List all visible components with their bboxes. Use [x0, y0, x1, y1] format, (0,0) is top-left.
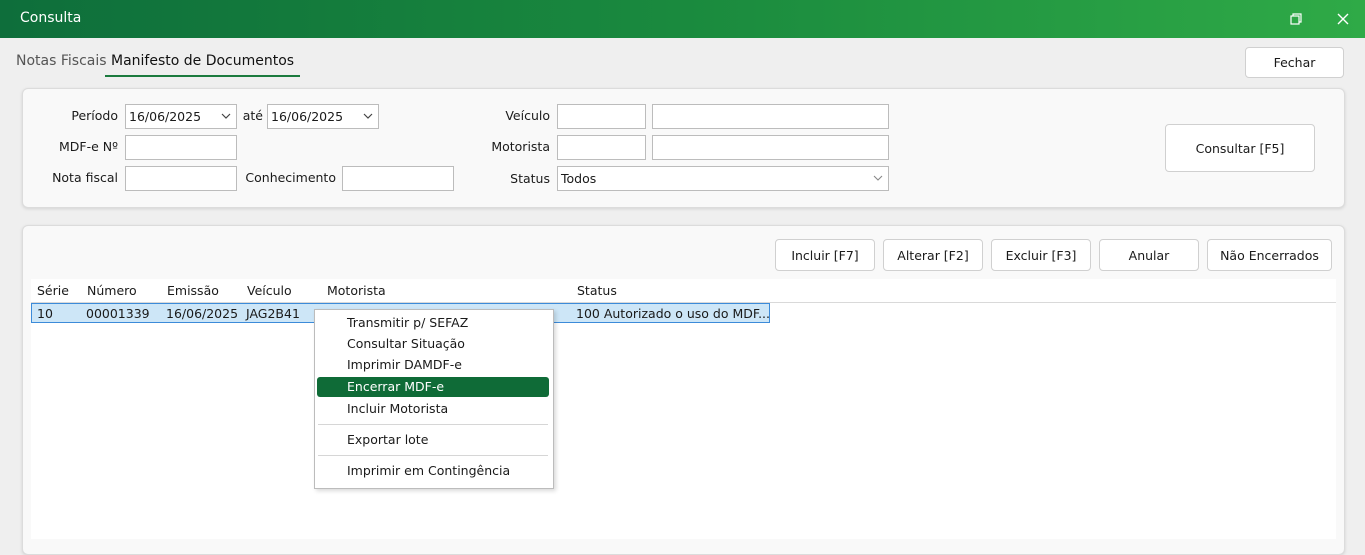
status-label: Status [510, 171, 550, 186]
cell-serie: 10 [37, 306, 53, 321]
column-header-motorista[interactable]: Motorista [327, 283, 386, 298]
tab-notas-fiscais[interactable]: Notas Fiscais [16, 53, 107, 75]
consultar-button[interactable]: Consultar [F5] [1165, 124, 1315, 172]
menu-item-label: Encerrar MDF-e [347, 379, 445, 394]
veiculo-code-input[interactable] [557, 104, 646, 129]
veiculo-label: Veículo [505, 108, 550, 123]
status-select[interactable]: Todos [557, 166, 889, 191]
nao-encerrados-button[interactable]: Não Encerrados [1207, 239, 1332, 271]
conhecimento-input[interactable] [342, 166, 454, 191]
menu-item-exportar-lote[interactable]: Exportar lote [317, 430, 549, 450]
cell-numero: 00001339 [86, 306, 150, 321]
conhecimento-label: Conhecimento [245, 170, 336, 185]
chevron-down-icon [873, 175, 883, 181]
chevron-down-icon [221, 113, 231, 119]
grid-header: Série Número Emissão Veículo Motorista S… [31, 279, 1336, 303]
menu-item-label: Imprimir em Contingência [347, 463, 511, 478]
menu-item-label: Consultar Situação [347, 336, 465, 351]
periodo-from-value: 16/06/2025 [129, 109, 202, 124]
mdfe-grid[interactable]: Série Número Emissão Veículo Motorista S… [31, 279, 1336, 539]
menu-item-label: Imprimir DAMDF-e [347, 357, 462, 372]
mdfe-label: MDF-e Nº [58, 139, 118, 154]
menu-item-incluir-motorista[interactable]: Incluir Motorista [317, 399, 549, 419]
periodo-to-value: 16/06/2025 [271, 109, 344, 124]
title-bar: Consulta [0, 0, 1365, 38]
nota-fiscal-label: Nota fiscal [52, 170, 118, 185]
menu-item-imprimir-damdfe[interactable]: Imprimir DAMDF-e [317, 355, 549, 375]
cell-emissao: 16/06/2025 [166, 306, 239, 321]
excluir-button[interactable]: Excluir [F3] [991, 239, 1091, 271]
cell-status: 100 Autorizado o uso do MDF... [576, 306, 770, 321]
incluir-button[interactable]: Incluir [F7] [775, 239, 875, 271]
fechar-button[interactable]: Fechar [1245, 47, 1344, 78]
motorista-code-input[interactable] [557, 135, 646, 160]
mdfe-number-input[interactable] [125, 135, 237, 160]
window-title: Consulta [20, 10, 82, 26]
column-header-serie[interactable]: Série [37, 283, 69, 298]
menu-item-label: Incluir Motorista [347, 401, 449, 416]
motorista-desc-input[interactable] [652, 135, 889, 160]
periodo-to-select[interactable]: 16/06/2025 [267, 104, 379, 129]
ate-label: até [242, 108, 263, 123]
close-icon[interactable] [1334, 10, 1352, 28]
nota-fiscal-input[interactable] [125, 166, 237, 191]
anular-button[interactable]: Anular [1099, 239, 1199, 271]
context-menu: Transmitir p/ SEFAZ Consultar Situação I… [314, 309, 554, 489]
column-header-veiculo[interactable]: Veículo [247, 283, 292, 298]
column-header-status[interactable]: Status [577, 283, 617, 298]
menu-item-consultar-situacao[interactable]: Consultar Situação [317, 334, 549, 354]
menu-item-imprimir-contingencia[interactable]: Imprimir em Contingência [317, 461, 549, 481]
periodo-label: Período [71, 108, 118, 123]
menu-item-label: Transmitir p/ SEFAZ [347, 315, 469, 330]
menu-item-transmitir[interactable]: Transmitir p/ SEFAZ [317, 313, 549, 333]
restore-icon[interactable] [1288, 11, 1304, 27]
column-header-numero[interactable]: Número [87, 283, 137, 298]
menu-separator [318, 424, 548, 425]
tab-manifesto-documentos[interactable]: Manifesto de Documentos [105, 53, 301, 77]
veiculo-desc-input[interactable] [652, 104, 889, 129]
chevron-down-icon [363, 113, 373, 119]
menu-item-encerrar-mdfe[interactable]: Encerrar MDF-e [317, 377, 549, 397]
cell-veiculo: JAG2B41 [246, 306, 300, 321]
column-header-emissao[interactable]: Emissão [167, 283, 219, 298]
motorista-label: Motorista [491, 139, 550, 154]
menu-item-label: Exportar lote [347, 432, 429, 447]
status-value: Todos [561, 171, 597, 186]
alterar-button[interactable]: Alterar [F2] [883, 239, 983, 271]
menu-separator [318, 455, 548, 456]
periodo-from-select[interactable]: 16/06/2025 [125, 104, 237, 129]
